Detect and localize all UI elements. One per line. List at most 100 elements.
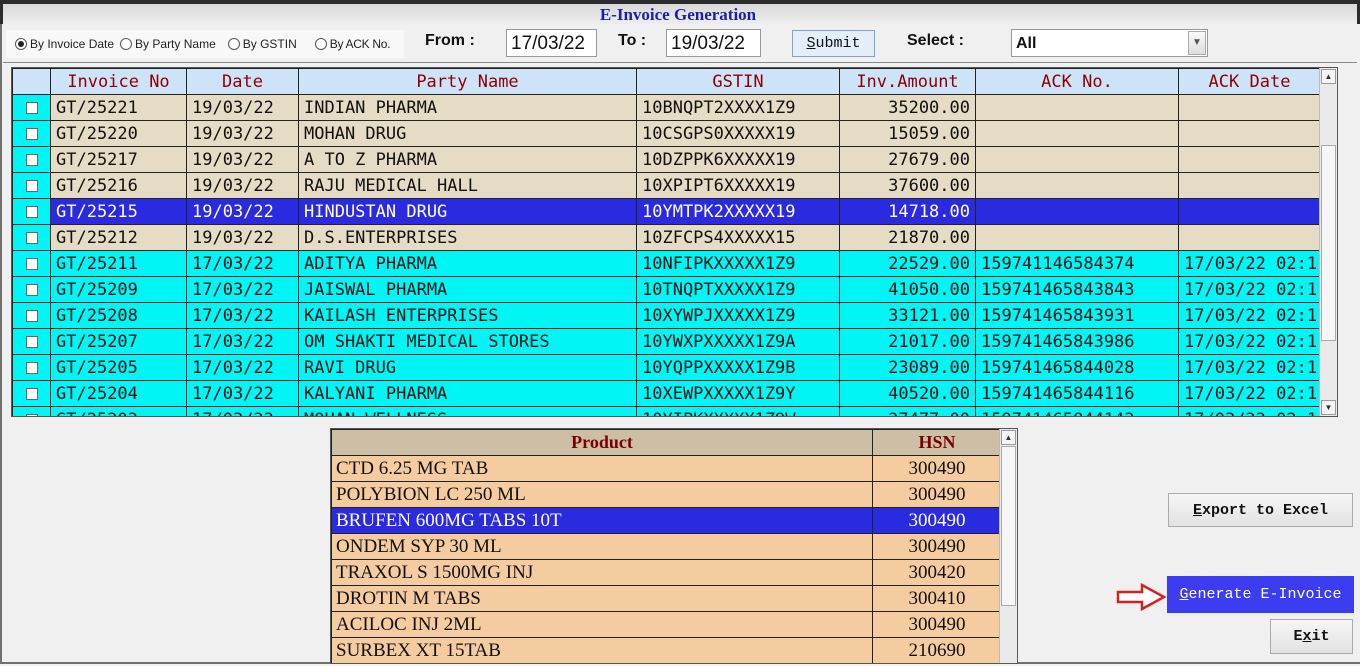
radio-by-party-name[interactable]: By Party Name (120, 37, 216, 51)
status-select[interactable]: All ▼ (1011, 29, 1208, 57)
radio-label: By Party Name (135, 37, 216, 51)
col-header-inv-amount[interactable]: Inv.Amount (839, 68, 976, 95)
product-table: Product HSN CTD 6.25 MG TAB 300490 POLYBIO… (331, 429, 1002, 663)
product-row[interactable]: BRUFEN 600MG TABS 10T 300490 (331, 507, 1002, 534)
invoice-row[interactable]: GT/25221 19/03/22 INDIAN PHARMA 10BNQPT2XXX… (12, 94, 1321, 121)
row-checkbox[interactable] (25, 127, 38, 140)
invoice-row[interactable]: GT/25205 17/03/22 RAVI DRUG 10YQPPXXXXX1Z9B… (12, 354, 1321, 381)
hsn-cell: 300410 (872, 585, 1002, 612)
ack-no-cell (975, 198, 1179, 225)
scroll-down-icon[interactable]: ▼ (1321, 400, 1336, 415)
ack-no-cell (975, 224, 1179, 251)
to-date-input[interactable]: 19/03/22 (666, 29, 761, 57)
generate-accelerator: G (1179, 586, 1189, 603)
amount-cell: 35200.00 (839, 94, 976, 121)
scrollbar-thumb[interactable] (1321, 145, 1336, 341)
row-checkbox[interactable] (25, 153, 38, 166)
gstin-cell: 10CSGPS0XXXXX19 (636, 120, 840, 147)
row-checkbox[interactable] (25, 361, 38, 374)
product-row[interactable]: CTD 6.25 MG TAB 300490 (331, 455, 1002, 482)
col-header-ack-no[interactable]: ACK No. (975, 68, 1179, 95)
date-cell: 19/03/22 (186, 198, 299, 225)
radio-by-ack-no[interactable]: By ACK No. (314, 37, 391, 51)
row-checkbox[interactable] (25, 205, 38, 218)
row-checkbox-cell (12, 302, 51, 329)
invoice-row[interactable]: GT/25207 17/03/22 OM SHAKTI MEDICAL STORES… (12, 328, 1321, 355)
invoice-row[interactable]: GT/25212 19/03/22 D.S.ENTERPRISES 10ZFCPS4X… (12, 224, 1321, 251)
product-row[interactable]: POLYBION LC 250 ML 300490 (331, 481, 1002, 508)
invoice-row[interactable]: GT/25208 17/03/22 KAILASH ENTERPRISES 10XYW… (12, 302, 1321, 329)
generate-e-invoice-button[interactable]: Generate E-Invoice (1167, 576, 1354, 613)
invoice-row[interactable]: GT/25216 19/03/22 RAJU MEDICAL HALL 10XPIPT… (12, 172, 1321, 199)
invoice-grid-scrollbar[interactable]: ▲ ▼ (1319, 68, 1337, 416)
gstin-cell: 10YMTPK2XXXXX19 (636, 198, 840, 225)
invoice-row[interactable]: GT/2520317/03/22MOHAN WELLNESS10YIPKXXXX… (12, 406, 1321, 416)
row-checkbox[interactable] (25, 179, 38, 192)
row-checkbox[interactable] (25, 413, 38, 416)
submit-button[interactable]: Submit (792, 30, 875, 57)
product-row[interactable]: DROTIN M TABS 300410 (331, 585, 1002, 612)
date-cell: 19/03/22 (186, 146, 299, 173)
chevron-down-icon[interactable]: ▼ (1188, 31, 1206, 55)
party-name-cell: RAJU MEDICAL HALL (298, 172, 637, 199)
col-header-date[interactable]: Date (186, 68, 299, 95)
exit-label: it (1311, 628, 1330, 645)
row-checkbox-cell (12, 406, 51, 416)
amount-cell: 40520.00 (839, 380, 976, 407)
product-grid: Product HSN CTD 6.25 MG TAB 300490 POLYBIO… (330, 428, 1018, 664)
invoice-row[interactable]: GT/25204 17/03/22 KALYANI PHARMA 10XEWPXXXX… (12, 380, 1321, 407)
product-row[interactable]: ACILOC INJ 2ML 300490 (331, 611, 1002, 638)
generate-label: enerate E-Invoice (1188, 586, 1342, 603)
scroll-up-icon[interactable]: ▲ (1321, 69, 1336, 84)
col-header-party-name[interactable]: Party Name (298, 68, 637, 95)
invoice-row[interactable]: GT/25220 19/03/22 MOHAN DRUG 10CSGPS0XXXXX1… (12, 120, 1321, 147)
row-checkbox[interactable] (25, 283, 38, 296)
radio-label: By ACK No. (329, 37, 391, 51)
col-header-ack-date[interactable]: ACK Date (1178, 68, 1321, 95)
col-header-gstin[interactable]: GSTIN (636, 68, 840, 95)
invoice-row[interactable]: GT/25211 17/03/22 ADITYA PHARMA 10NFIPKXXXX… (12, 250, 1321, 277)
invoice-no-cell: GT/25204 (50, 380, 187, 407)
ack-no-cell (975, 120, 1179, 147)
exit-button[interactable]: Ex it (1270, 619, 1353, 654)
row-checkbox[interactable] (25, 101, 38, 114)
radio-unselected-icon[interactable] (227, 38, 240, 50)
invoice-row[interactable]: GT/25209 17/03/22 JAISWAL PHARMA 10TNQPTXXX… (12, 276, 1321, 303)
invoice-row[interactable]: GT/25215 19/03/22 HINDUSTAN DRUG 10YMTPK2XX… (12, 198, 1321, 225)
amount-cell: 21870.00 (839, 224, 976, 251)
product-grid-scrollbar[interactable]: ▲ (999, 429, 1017, 663)
product-row[interactable]: TRAXOL S 1500MG INJ 300420 (331, 559, 1002, 586)
row-checkbox[interactable] (25, 335, 38, 348)
product-row[interactable]: SURBEX XT 15TAB 210690 (331, 637, 1002, 663)
invoice-row[interactable]: GT/25217 19/03/22 A TO Z PHARMA 10DZPPK6XXX… (12, 146, 1321, 173)
radio-unselected-icon[interactable] (120, 38, 133, 50)
radio-selected-icon[interactable] (15, 38, 27, 50)
radio-by-gstin[interactable]: By GSTIN (227, 37, 297, 51)
submit-accelerator: S (806, 35, 816, 52)
row-checkbox-cell (12, 250, 51, 277)
scrollbar-thumb[interactable] (1001, 446, 1016, 606)
scroll-up-icon[interactable]: ▲ (1001, 430, 1016, 445)
row-checkbox[interactable] (25, 231, 38, 244)
col-header-invoice-no[interactable]: Invoice No (50, 68, 187, 95)
row-checkbox[interactable] (25, 387, 38, 400)
from-date-input[interactable]: 17/03/22 (506, 29, 597, 57)
row-checkbox-cell (12, 354, 51, 381)
row-checkbox[interactable] (25, 257, 38, 270)
ack-no-cell: 159741465844143 (975, 406, 1179, 416)
product-name-cell: ACILOC INJ 2ML (331, 611, 873, 638)
col-header-hsn[interactable]: HSN (872, 429, 1002, 456)
radio-unselected-icon[interactable] (314, 38, 327, 50)
party-name-cell: D.S.ENTERPRISES (298, 224, 637, 251)
radio-by-invoice-date[interactable]: By Invoice Date (15, 37, 114, 51)
amount-cell: 15059.00 (839, 120, 976, 147)
gstin-cell: 10TNQPTXXXXX1Z9 (636, 276, 840, 303)
ack-date-cell (1178, 94, 1321, 121)
col-header-product[interactable]: Product (331, 429, 873, 456)
product-row[interactable]: ONDEM SYP 30 ML 300490 (331, 533, 1002, 560)
export-label: xport to Excel (1201, 501, 1329, 519)
export-to-excel-button[interactable]: Export to Excel (1168, 493, 1353, 527)
ack-date-cell: 17/03/22 02:1 (1178, 250, 1321, 277)
row-checkbox[interactable] (25, 309, 38, 322)
hsn-cell: 210690 (872, 637, 1002, 663)
